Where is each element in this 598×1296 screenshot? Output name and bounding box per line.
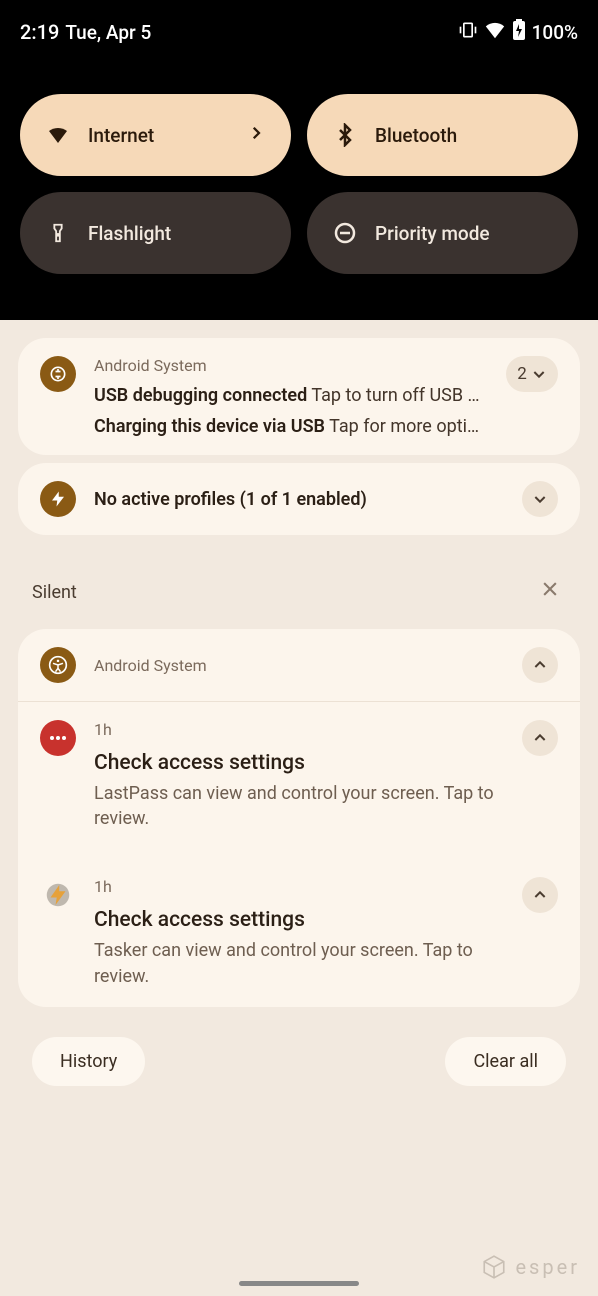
notification-line: USB debugging connected Tap to turn off … — [94, 385, 488, 406]
tasker-icon — [40, 877, 76, 913]
notification-line: Charging this device via USB Tap for mor… — [94, 416, 488, 437]
notification-text: LastPass can view and control your scree… — [94, 781, 504, 831]
android-system-icon — [40, 356, 76, 392]
collapse-toggle[interactable] — [522, 647, 558, 683]
notification-title: Check access settings — [94, 751, 504, 775]
status-date: Tue, Apr 5 — [65, 21, 151, 44]
qs-tile-flashlight[interactable]: Flashlight — [20, 192, 291, 274]
wifi-icon — [46, 123, 70, 147]
chevron-up-icon — [532, 887, 548, 903]
expand-toggle[interactable] — [522, 481, 558, 517]
notification-text: Tasker can view and control your screen.… — [94, 938, 504, 988]
qs-tile-bluetooth[interactable]: Bluetooth — [307, 94, 578, 176]
wifi-icon — [484, 19, 506, 46]
bluetooth-icon — [333, 123, 357, 147]
qs-tile-label: Priority mode — [375, 222, 490, 245]
notification-group-silent: Android System 1h Check access settings … — [18, 629, 580, 1007]
qs-tile-priority-mode[interactable]: Priority mode — [307, 192, 578, 274]
nav-handle[interactable] — [239, 1281, 359, 1286]
battery-percent: 100% — [532, 21, 578, 44]
qs-tile-label: Internet — [88, 124, 154, 147]
status-bar: 2:19 Tue, Apr 5 100% — [20, 0, 578, 64]
notification-title: No active profiles (1 of 1 enabled) — [94, 489, 504, 510]
notification-group-android-system[interactable]: Android System USB debugging connected T… — [18, 338, 580, 455]
chevron-down-icon — [531, 366, 547, 382]
clear-all-button[interactable]: Clear all — [445, 1037, 566, 1086]
chevron-up-icon — [532, 657, 548, 673]
quick-settings-grid: Internet Bluetooth Flashlight Priority m… — [20, 94, 578, 274]
notification-time: 1h — [94, 720, 504, 739]
notification-time: 1h — [94, 877, 504, 896]
battery-icon — [512, 19, 526, 46]
qs-tile-internet[interactable]: Internet — [20, 94, 291, 176]
close-icon — [540, 579, 560, 599]
chevron-down-icon — [532, 491, 548, 507]
dismiss-silent-button[interactable] — [534, 573, 566, 611]
notification-title: Check access settings — [94, 908, 504, 932]
section-label: Silent — [32, 582, 77, 603]
qs-tile-label: Bluetooth — [375, 124, 457, 147]
chevron-up-icon — [532, 730, 548, 746]
notification-item[interactable]: 1h Check access settings Tasker can view… — [18, 849, 580, 1006]
lastpass-icon — [40, 720, 76, 756]
qs-tile-label: Flashlight — [88, 222, 171, 245]
notification-shade: Android System USB debugging connected T… — [0, 320, 598, 1296]
chevron-right-icon — [247, 124, 265, 147]
bolt-icon — [40, 481, 76, 517]
notification-app-name: Android System — [94, 356, 488, 375]
notification-item[interactable]: 1h Check access settings LastPass can vi… — [18, 701, 580, 849]
flashlight-icon — [46, 221, 70, 245]
silent-section-header: Silent — [18, 543, 580, 629]
dnd-icon — [333, 221, 357, 245]
accessibility-icon — [40, 647, 76, 683]
history-button[interactable]: History — [32, 1037, 145, 1086]
collapse-toggle[interactable] — [522, 720, 558, 756]
notification-app-name: Android System — [94, 656, 504, 675]
expand-toggle[interactable]: 2 — [506, 356, 558, 392]
cube-icon — [481, 1254, 507, 1280]
notification-profiles[interactable]: No active profiles (1 of 1 enabled) — [18, 463, 580, 535]
watermark: esper — [481, 1254, 580, 1280]
collapse-toggle[interactable] — [522, 877, 558, 913]
notification-header-row[interactable]: Android System — [18, 629, 580, 701]
status-time: 2:19 — [20, 20, 59, 44]
notification-count: 2 — [517, 364, 527, 384]
vibrate-icon — [458, 20, 478, 45]
